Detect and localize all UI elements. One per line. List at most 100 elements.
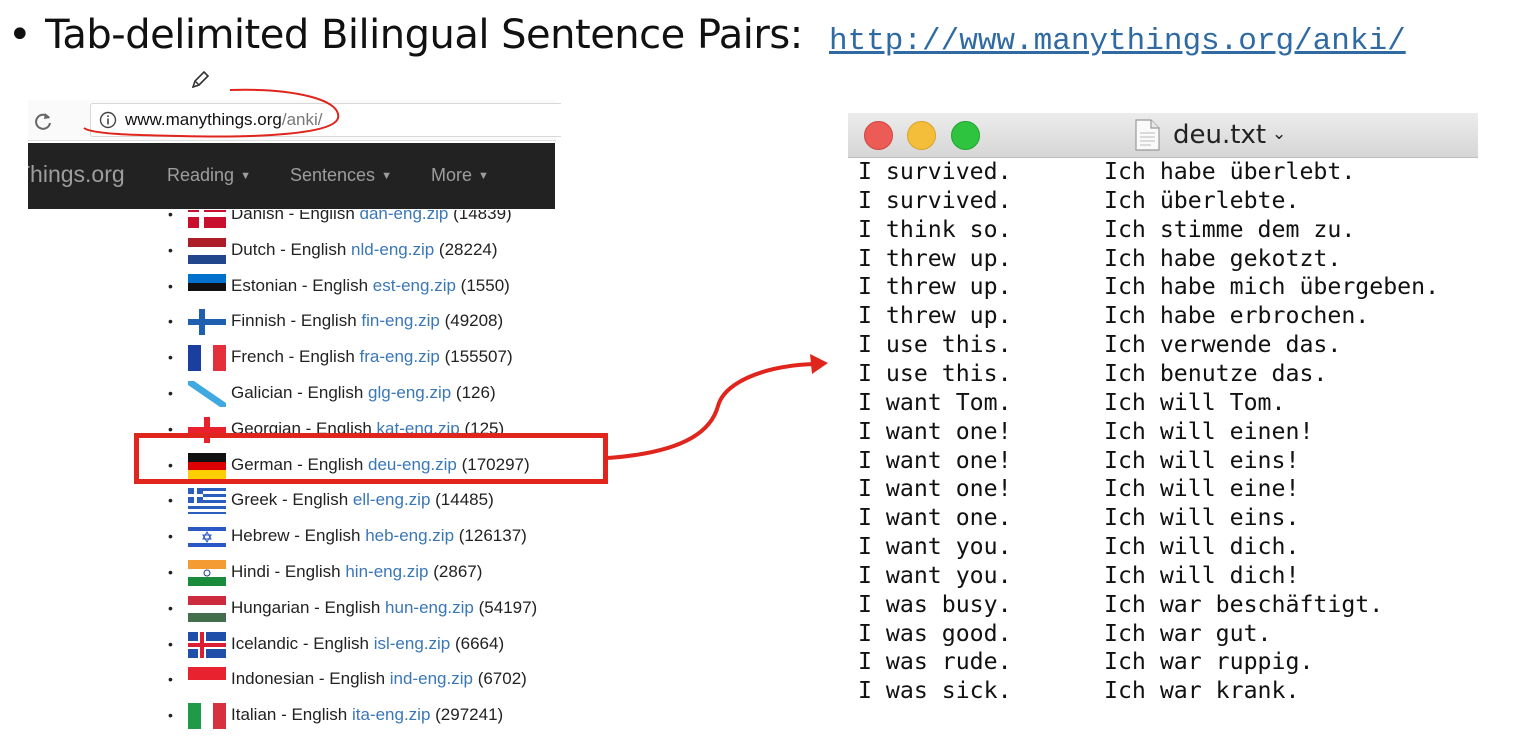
- german-sentence: Ich habe mich übergeben.: [1104, 273, 1440, 301]
- download-link[interactable]: fin-eng.zip: [361, 311, 439, 330]
- greek-flag-icon: [188, 488, 226, 515]
- list-bullet: •: [168, 599, 173, 616]
- english-sentence: I want you.: [858, 561, 1012, 589]
- language-entry: Galician - English glg-eng.zip (126): [231, 383, 496, 403]
- download-link[interactable]: isl-eng.zip: [374, 634, 451, 653]
- download-link[interactable]: ell-eng.zip: [353, 490, 431, 509]
- language-list-item: • Hebrew - English heb-eng.zip (126137): [160, 524, 580, 554]
- list-bullet: •: [168, 349, 173, 366]
- language-pair-name: Estonian - English: [231, 275, 369, 295]
- sentence-count: (126137): [458, 526, 527, 546]
- download-link[interactable]: hin-eng.zip: [345, 562, 428, 581]
- language-list-item: • Icelandic - English isl-eng.zip (6664): [160, 631, 580, 662]
- language-pair-name: Danish - English: [231, 210, 355, 223]
- english-sentence: I want one!: [858, 475, 1012, 503]
- indonesian-flag-icon: [188, 667, 226, 694]
- list-bullet: •: [168, 210, 173, 222]
- language-list-item: • Finnish - English fin-eng.zip (49208): [160, 309, 580, 339]
- close-window-button[interactable]: [864, 121, 893, 150]
- nav-more[interactable]: More ▼: [431, 165, 489, 186]
- list-bullet: •: [168, 528, 173, 545]
- language-pair-name: Icelandic - English: [231, 633, 369, 653]
- english-sentence: I was busy.: [858, 590, 1012, 618]
- hindi-flag-icon: [188, 560, 226, 586]
- german-sentence: Ich will eine!: [1104, 475, 1300, 503]
- language-pair-name: Indonesian - English: [231, 669, 386, 689]
- sentence-count: (126): [455, 383, 496, 402]
- icelandic-flag-icon: [188, 631, 226, 658]
- language-list-item: • Hindi - English hin-eng.zip (2867): [160, 560, 580, 590]
- title-text: Tab-delimited Bilingual Sentence Pairs:: [45, 12, 803, 58]
- download-link[interactable]: ita-eng.zip: [352, 705, 430, 724]
- file-content[interactable]: I survived. Ich habe überlebt. I survived.…: [858, 158, 1478, 703]
- dutch-flag-icon: [188, 237, 226, 264]
- list-bullet: •: [168, 707, 173, 724]
- english-sentence: I survived.: [858, 158, 1012, 185]
- galician-flag-icon: [188, 381, 226, 407]
- sentence-count: (14839): [453, 210, 512, 223]
- anki-url-link[interactable]: http://www.manythings.org/anki/: [829, 24, 1406, 59]
- language-entry: Icelandic - English isl-eng.zip (6664): [231, 634, 504, 654]
- site-brand[interactable]: Things.org: [28, 161, 125, 188]
- language-entry: Finnish - English fin-eng.zip (49208): [231, 311, 503, 331]
- language-entry: Estonian - English est-eng.zip (1550): [231, 276, 510, 296]
- caret-down-icon: ▼: [478, 170, 489, 183]
- english-sentence: I was rude.: [858, 648, 1012, 676]
- language-list-item: • Estonian - English est-eng.zip (1550): [160, 273, 580, 304]
- download-link[interactable]: dan-eng.zip: [360, 210, 449, 223]
- reload-icon[interactable]: [32, 110, 54, 132]
- language-pair-name: Hungarian - English: [231, 597, 381, 617]
- minimize-window-button[interactable]: [907, 121, 936, 150]
- download-link[interactable]: ind-eng.zip: [390, 669, 473, 688]
- sentence-count: (1550): [460, 275, 510, 295]
- finnish-flag-icon: [188, 309, 226, 336]
- nav-more-label: More: [431, 165, 473, 185]
- english-sentence: I survived.: [858, 186, 1012, 214]
- language-list-item: • Danish - English dan-eng.zip (14839): [160, 210, 580, 232]
- english-sentence: I think so.: [858, 215, 1012, 243]
- german-sentence: Ich war krank.: [1104, 677, 1300, 703]
- chevron-down-icon: ⌄: [1272, 124, 1287, 144]
- english-sentence: I want Tom.: [858, 388, 1012, 416]
- sentence-count: (6664): [454, 633, 505, 653]
- language-list-item: • Indonesian - English ind-eng.zip (6702): [160, 667, 580, 697]
- danish-flag-icon: [188, 210, 226, 228]
- language-entry: Indonesian - English ind-eng.zip (6702): [231, 669, 527, 689]
- language-pair-name: Galician - English: [231, 383, 364, 402]
- red-arrow: [607, 354, 828, 460]
- title-bullet: •: [8, 12, 32, 58]
- german-sentence: Ich habe erbrochen.: [1104, 302, 1370, 330]
- site-navbar: Things.org Reading ▼ Sentences ▼ More ▼: [28, 143, 555, 209]
- download-link[interactable]: glg-eng.zip: [368, 383, 451, 402]
- list-bullet: •: [168, 492, 173, 509]
- sentence-count: (28224): [438, 239, 498, 259]
- list-bullet: •: [168, 241, 173, 258]
- window-title[interactable]: deu.txt ⌄: [1173, 120, 1286, 150]
- english-sentence: I want one!: [858, 417, 1012, 445]
- download-link[interactable]: est-eng.zip: [373, 276, 456, 295]
- language-list-item: • Dutch - English nld-eng.zip (28224): [160, 237, 580, 268]
- language-pair-name: Finnish - English: [231, 311, 357, 331]
- english-sentence: I threw up.: [858, 244, 1012, 272]
- german-sentence: Ich verwende das.: [1104, 331, 1342, 359]
- language-pair-name: Greek - English: [231, 490, 349, 510]
- download-link[interactable]: hun-eng.zip: [385, 598, 474, 617]
- german-sentence: Ich war ruppig.: [1104, 648, 1314, 676]
- sentence-count: (49208): [444, 311, 504, 331]
- english-sentence: I want one.: [858, 504, 1012, 532]
- zoom-window-button[interactable]: [951, 121, 980, 150]
- text-editor-window: deu.txt ⌄ I survived. Ich habe überlebt. I …: [848, 113, 1478, 709]
- german-sentence: Ich war beschäftigt.: [1104, 590, 1384, 618]
- download-link[interactable]: fra-eng.zip: [360, 347, 440, 366]
- download-link[interactable]: heb-eng.zip: [365, 526, 454, 545]
- language-list-item: • Hungarian - English hun-eng.zip (54197): [160, 595, 580, 626]
- sentence-count: (2867): [433, 562, 483, 581]
- german-sentence: Ich benutze das.: [1104, 359, 1328, 387]
- german-sentence: Ich stimme dem zu.: [1104, 215, 1356, 243]
- language-pair-name: French - English: [231, 347, 355, 367]
- nav-reading[interactable]: Reading ▼: [167, 165, 251, 186]
- download-link[interactable]: nld-eng.zip: [351, 240, 434, 259]
- english-sentence: I threw up.: [858, 302, 1012, 330]
- sentence-count: (6702): [477, 669, 527, 689]
- nav-sentences[interactable]: Sentences ▼: [290, 165, 392, 186]
